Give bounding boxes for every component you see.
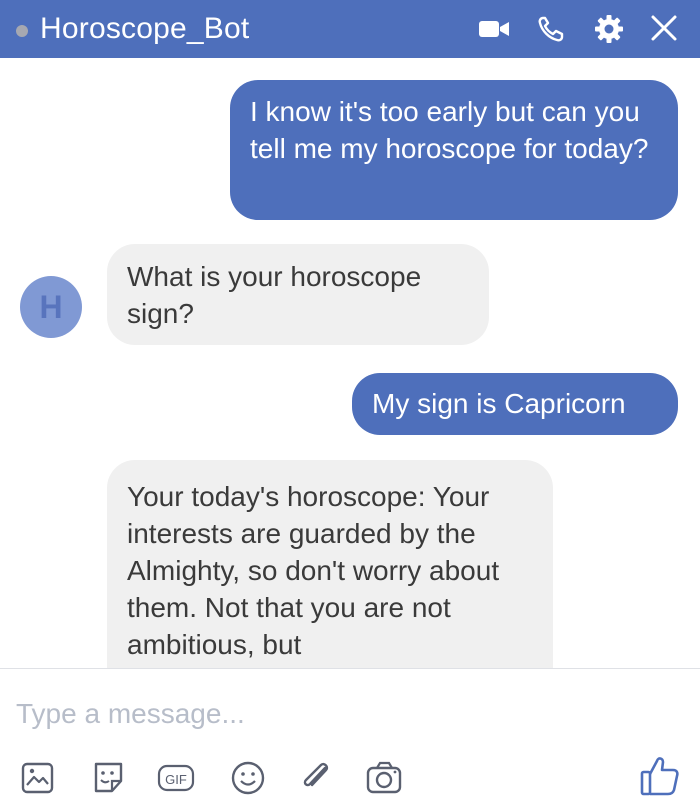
user-message: I know it's too early but can you tell m… (230, 80, 678, 220)
attachment-icon[interactable] (296, 757, 336, 797)
gif-icon[interactable]: GIF (156, 757, 196, 797)
gif-label: GIF (165, 772, 187, 787)
status-dot (16, 25, 28, 37)
user-message: My sign is Capricorn (352, 373, 678, 435)
bot-message: What is your horoscope sign? (107, 244, 489, 345)
bot-message: Your today's horoscope: Your interests a… (107, 460, 553, 668)
chat-title: Horoscope_Bot (40, 12, 250, 45)
emoji-icon[interactable] (228, 757, 268, 797)
composer-divider (0, 668, 700, 669)
phone-icon[interactable] (534, 12, 570, 46)
video-call-icon[interactable] (476, 12, 512, 46)
image-icon[interactable] (18, 757, 58, 797)
bot-avatar: H (20, 276, 82, 338)
thumbs-up-icon[interactable] (638, 752, 682, 798)
message-list[interactable]: I know it's too early but can you tell m… (0, 58, 700, 668)
sticker-icon[interactable] (88, 757, 128, 797)
camera-icon[interactable] (364, 757, 404, 797)
chat-header: Horoscope_Bot (0, 0, 700, 58)
message-input[interactable] (14, 690, 678, 738)
gear-icon[interactable] (591, 12, 627, 46)
close-icon[interactable] (646, 12, 682, 46)
